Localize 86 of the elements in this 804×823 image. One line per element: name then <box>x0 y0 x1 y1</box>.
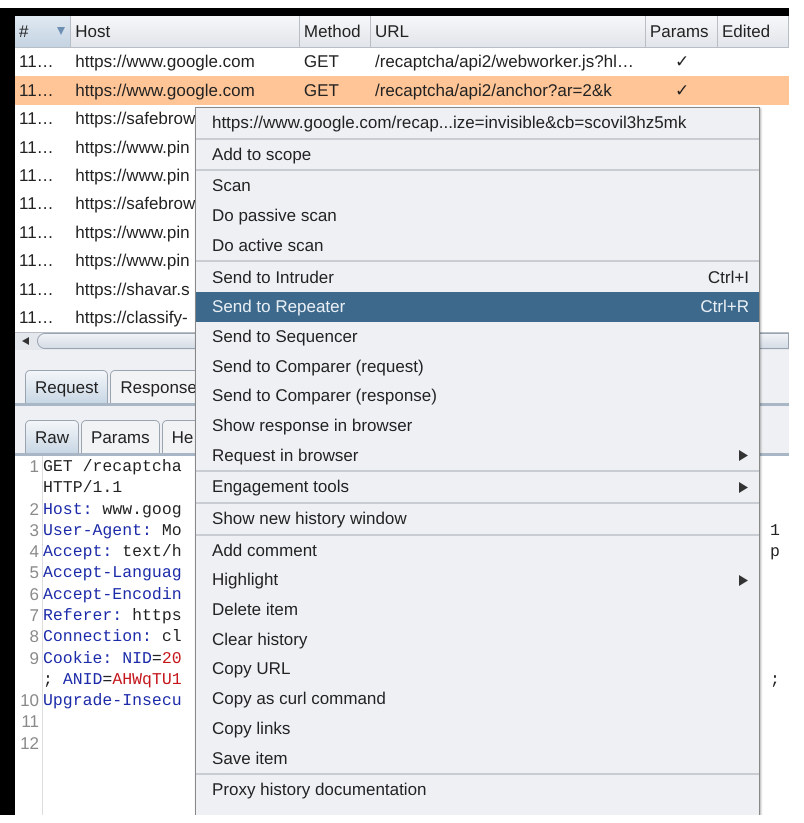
line-number: 8 <box>30 627 39 646</box>
table-cell: 11… <box>19 222 54 242</box>
column-header[interactable]: # <box>15 16 72 47</box>
table-cell: https://www.pin <box>75 251 190 270</box>
table-cell: 11… <box>19 166 54 185</box>
code-line: Host: www.goog <box>43 500 182 518</box>
code-line: Cookie: NID=20 <box>43 648 182 668</box>
shortcut-text: Ctrl+R <box>700 296 749 318</box>
table-cell: https://classify- <box>75 308 188 327</box>
menu-item[interactable]: Proxy history documentation <box>196 775 759 805</box>
line-number: 9 <box>30 648 39 668</box>
code-line: Upgrade-Insecu <box>43 691 182 710</box>
menu-item[interactable]: Send to Intruder Ctrl+I <box>196 262 759 292</box>
tab[interactable]: Raw <box>25 420 80 453</box>
table-cell: 11… <box>19 138 54 157</box>
menu-item[interactable]: Copy URL <box>196 654 759 684</box>
table-cell: https://shavar.s <box>75 280 190 299</box>
menu-item[interactable]: Clear history <box>196 624 759 654</box>
menu-item[interactable]: Copy as curl command <box>196 684 759 714</box>
menu-item[interactable]: Save item <box>196 743 759 774</box>
table-cell: 11… <box>19 251 54 270</box>
table-cell: /recaptcha/api2/webworker.js?hl… <box>374 52 634 72</box>
line-number: 3 <box>30 520 39 540</box>
code-text: p <box>770 541 780 562</box>
table-cell: 11… <box>19 52 54 72</box>
code-text: ; <box>770 668 780 690</box>
check-mark: ✓ <box>674 80 689 100</box>
code-line: GET /recaptcha <box>43 456 182 476</box>
line-number: 5 <box>30 563 39 582</box>
column-header[interactable]: Edited <box>718 16 789 47</box>
line-number: 7 <box>30 606 39 625</box>
table-cell: 11… <box>19 280 54 299</box>
column-header[interactable]: Params <box>646 16 718 47</box>
table-cell: https://www.pin <box>75 222 190 242</box>
line-number: 4 <box>30 542 39 562</box>
code-line: ; ANID=AHWqTU1 <box>43 670 182 689</box>
table-row[interactable]: 11… https://www.google.com GET /recaptcha/api2/anchor?ar=2&k ✓ <box>15 76 789 105</box>
menu-item[interactable]: Do active scan <box>196 230 759 260</box>
column-header[interactable]: Host <box>71 16 300 47</box>
menu-item[interactable]: Engagement tools <box>196 472 759 502</box>
tab[interactable]: Params <box>81 420 160 453</box>
code-line: Connection: cl <box>43 627 182 646</box>
table-cell: https://www.google.com <box>75 80 255 100</box>
code-line: User-Agent: Mo <box>43 520 182 540</box>
menu-item[interactable]: Show new history window <box>196 504 759 534</box>
table-cell: https://www.pin <box>75 138 190 157</box>
code-line: Accept: text/h <box>43 542 182 562</box>
column-header[interactable]: Method <box>300 16 371 47</box>
code-line: Accept-Languag <box>43 563 182 582</box>
check-mark: ✓ <box>674 52 689 72</box>
code-text: 1 <box>770 520 780 542</box>
menu-item[interactable]: Scan <box>196 171 759 202</box>
line-number: 1 <box>30 456 39 476</box>
code-line: HTTP/1.1 <box>43 478 122 498</box>
line-number: 2 <box>30 500 39 518</box>
table-cell: https://safebrow <box>75 109 196 128</box>
shortcut-text: Ctrl+I <box>708 266 749 289</box>
sort-arrow-icon <box>56 26 66 36</box>
menu-item[interactable]: Send to Repeater Ctrl+R <box>196 292 759 322</box>
table-cell: GET <box>304 80 339 100</box>
table-row[interactable]: 11… https://www.google.com GET /recaptcha/api2/webworker.js?hl… ✓ <box>15 48 789 76</box>
table-cell: 11… <box>19 80 54 100</box>
code-line: Referer: https <box>43 606 182 625</box>
menu-item[interactable]: Copy links <box>196 714 759 744</box>
table-cell: https://www.pin <box>75 166 190 185</box>
menu-item[interactable]: Add to scope <box>196 140 759 170</box>
table-cell: 11… <box>19 194 54 214</box>
column-header[interactable]: URL <box>370 16 646 47</box>
tab[interactable]: Request <box>25 370 108 403</box>
menu-item[interactable]: Do passive scan <box>196 201 759 231</box>
table-cell: 11… <box>19 109 54 128</box>
table-cell: GET <box>304 52 339 72</box>
table-cell: https://safebrow <box>75 194 196 214</box>
menu-item[interactable]: https://www.google.com/recap...ize=invisible&cb=scovil3hz5mk <box>196 108 759 138</box>
table-cell: /recaptcha/api2/anchor?ar=2&k <box>374 80 612 100</box>
menu-item[interactable]: Send to Sequencer <box>196 322 759 352</box>
menu-item[interactable]: Add comment <box>196 536 759 566</box>
table-cell: https://www.google.com <box>75 52 255 72</box>
line-number: 12 <box>20 734 39 753</box>
line-number: 11 <box>21 712 39 732</box>
line-number: 6 <box>30 584 39 604</box>
menu-item[interactable]: Delete item <box>196 595 759 625</box>
menu-item[interactable]: Highlight <box>196 565 759 595</box>
line-number: 10 <box>20 691 39 710</box>
table-cell: 11… <box>19 308 54 327</box>
code-line: Accept-Encodin <box>43 584 182 604</box>
